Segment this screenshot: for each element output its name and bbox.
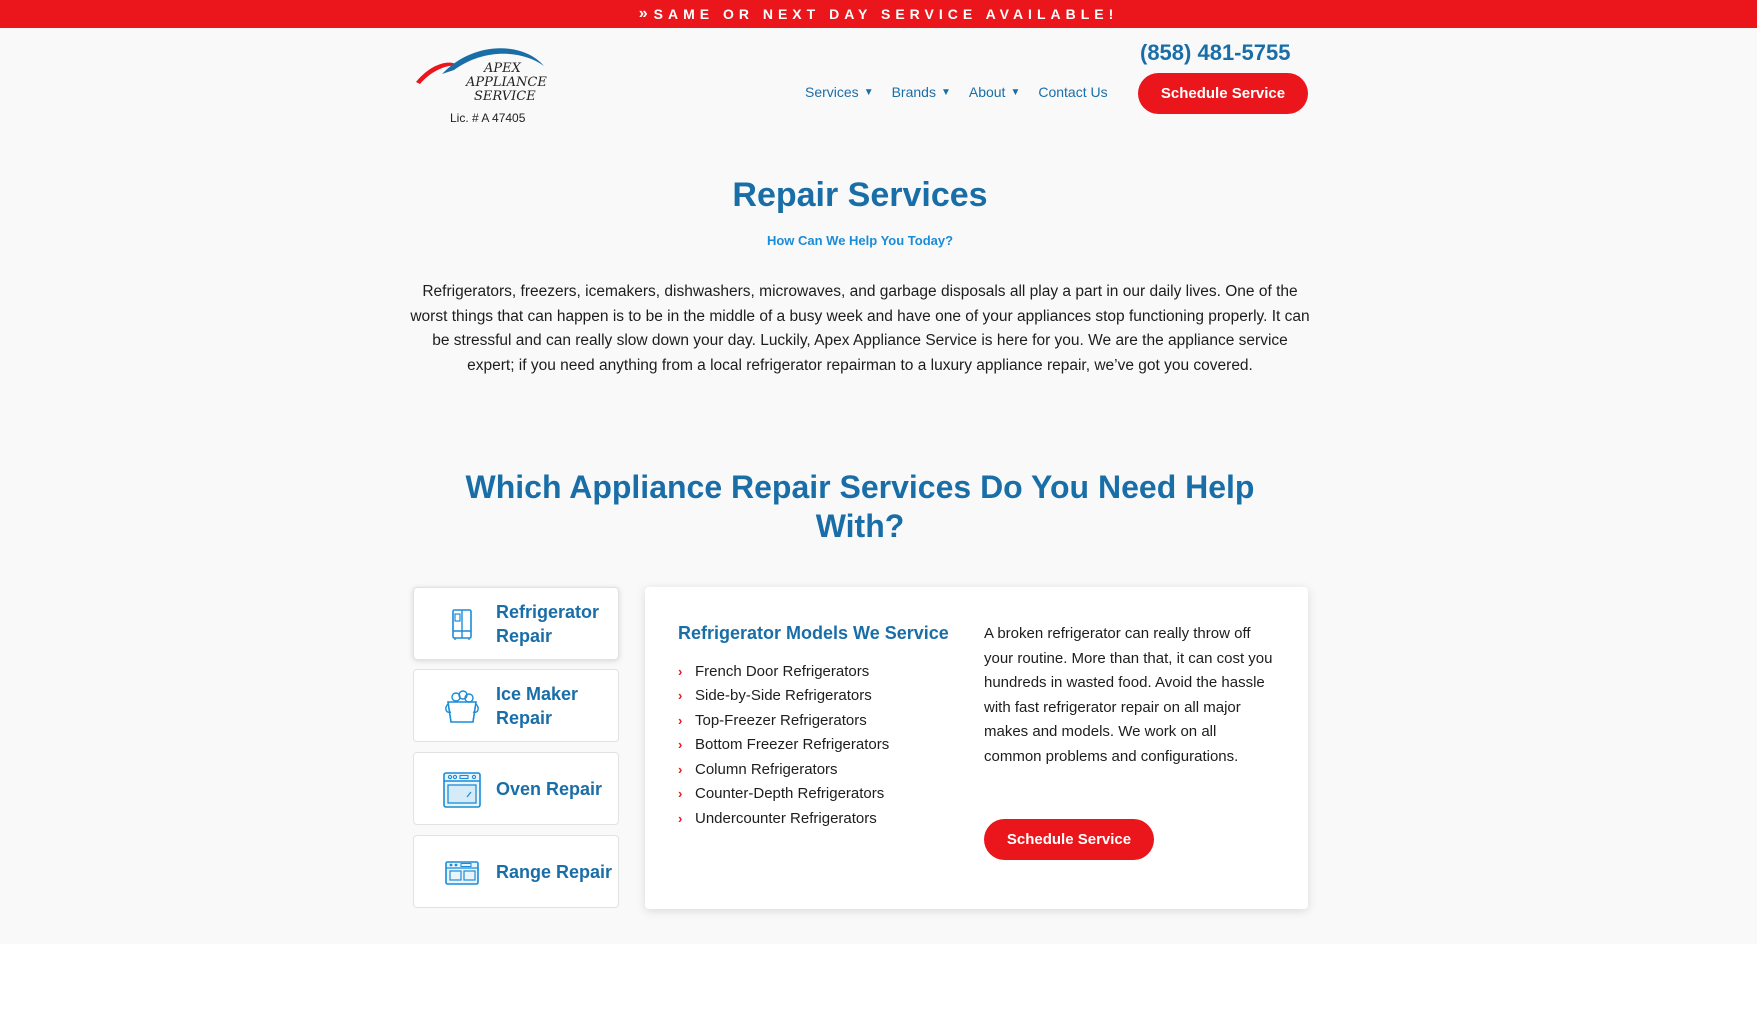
nav-label: About — [968, 84, 1006, 100]
refrigerator-icon — [452, 608, 472, 640]
panel-schedule-service-button[interactable]: Schedule Service — [984, 819, 1154, 860]
intro-paragraph: Refrigerators, freezers, icemakers, dish… — [410, 283, 1310, 374]
nav-about[interactable]: About ▼ — [969, 84, 1021, 100]
list-item: › Top-Freezer Refrigerators — [678, 708, 889, 733]
nav-label: Services — [805, 84, 859, 100]
double-chevron-icon: » — [638, 5, 648, 22]
chevron-down-icon: ▼ — [1010, 86, 1021, 98]
chevron-right-icon: › — [678, 688, 683, 704]
chevron-right-icon: › — [678, 810, 683, 826]
site-logo[interactable]: APEX APPLIANCE SERVICE — [414, 44, 564, 108]
range-icon — [445, 860, 479, 885]
list-item: › Bottom Freezer Refrigerators — [678, 733, 889, 758]
tab-range-repair[interactable]: Range Repair — [413, 835, 619, 908]
page-bottom-area — [0, 944, 1757, 1027]
nav-label: Brands — [891, 84, 936, 100]
model-label: Side-by-Side Refrigerators — [695, 687, 872, 705]
list-item: › Counter-Depth Refrigerators — [678, 782, 889, 807]
chevron-right-icon: › — [678, 737, 683, 753]
chevron-right-icon: › — [678, 761, 683, 777]
chevron-right-icon: › — [678, 786, 683, 802]
main-nav: Services ▼ Brands ▼ About ▼ Contact Us — [805, 84, 1126, 100]
tab-label: Ice Maker Repair — [496, 683, 579, 728]
logo-word-2: APPLIANCE — [465, 75, 547, 90]
service-detail-panel: Refrigerator Models We Service › French D… — [645, 587, 1308, 909]
services-heading: Which Appliance Repair Services Do You N… — [465, 469, 1255, 544]
tab-label: Refrigerator Repair — [496, 601, 600, 646]
page-title: Repair Services — [732, 176, 988, 214]
phone-link[interactable]: (858) 481-5755 — [1140, 40, 1290, 66]
logo-word-3: SERVICE — [474, 89, 536, 104]
license-number: Lic. # A 47405 — [450, 111, 526, 125]
model-label: Column Refrigerators — [695, 760, 838, 778]
chevron-down-icon: ▼ — [863, 86, 874, 98]
model-label: Top-Freezer Refrigerators — [695, 711, 867, 729]
model-label: Counter-Depth Refrigerators — [695, 785, 885, 803]
promo-bar: » SAME OR NEXT DAY SERVICE AVAILABLE! — [0, 0, 1757, 28]
schedule-service-button[interactable]: Schedule Service — [1138, 73, 1308, 114]
model-label: French Door Refrigerators — [695, 662, 870, 680]
tab-refrigerator-repair[interactable]: Refrigerator Repair — [413, 587, 619, 660]
model-label: Bottom Freezer Refrigerators — [695, 736, 890, 754]
panel-heading: Refrigerator Models We Service — [678, 623, 949, 643]
list-item: › Undercounter Refrigerators — [678, 806, 889, 831]
page-subtitle: How Can We Help You Today? — [766, 233, 954, 248]
tab-oven-repair[interactable]: Oven Repair — [413, 752, 619, 825]
nav-label: Contact Us — [1038, 84, 1108, 100]
ice-bucket-icon — [445, 689, 479, 723]
nav-brands[interactable]: Brands ▼ — [892, 84, 951, 100]
logo-word-1: APEX — [483, 61, 522, 76]
panel-description: A broken refrigerator can really throw o… — [984, 625, 1273, 765]
list-item: › French Door Refrigerators — [678, 659, 889, 684]
nav-contact-us[interactable]: Contact Us — [1038, 84, 1107, 100]
list-item: › Side-by-Side Refrigerators — [678, 684, 889, 709]
promo-text: SAME OR NEXT DAY SERVICE AVAILABLE! — [653, 6, 1119, 22]
chevron-down-icon: ▼ — [940, 86, 951, 98]
model-label: Undercounter Refrigerators — [695, 809, 877, 827]
chevron-right-icon: › — [678, 712, 683, 728]
tab-label: Oven Repair — [496, 778, 603, 799]
chevron-right-icon: › — [678, 663, 683, 679]
list-item: › Column Refrigerators — [678, 757, 889, 782]
logo-swoosh-icon: APEX APPLIANCE SERVICE — [416, 48, 547, 104]
tab-ice-maker-repair[interactable]: Ice Maker Repair — [413, 669, 619, 742]
nav-services[interactable]: Services ▼ — [805, 84, 874, 100]
oven-icon — [443, 771, 481, 808]
tab-label: Range Repair — [496, 861, 613, 882]
models-list: › French Door Refrigerators › Side-by-Side… — [678, 659, 889, 831]
